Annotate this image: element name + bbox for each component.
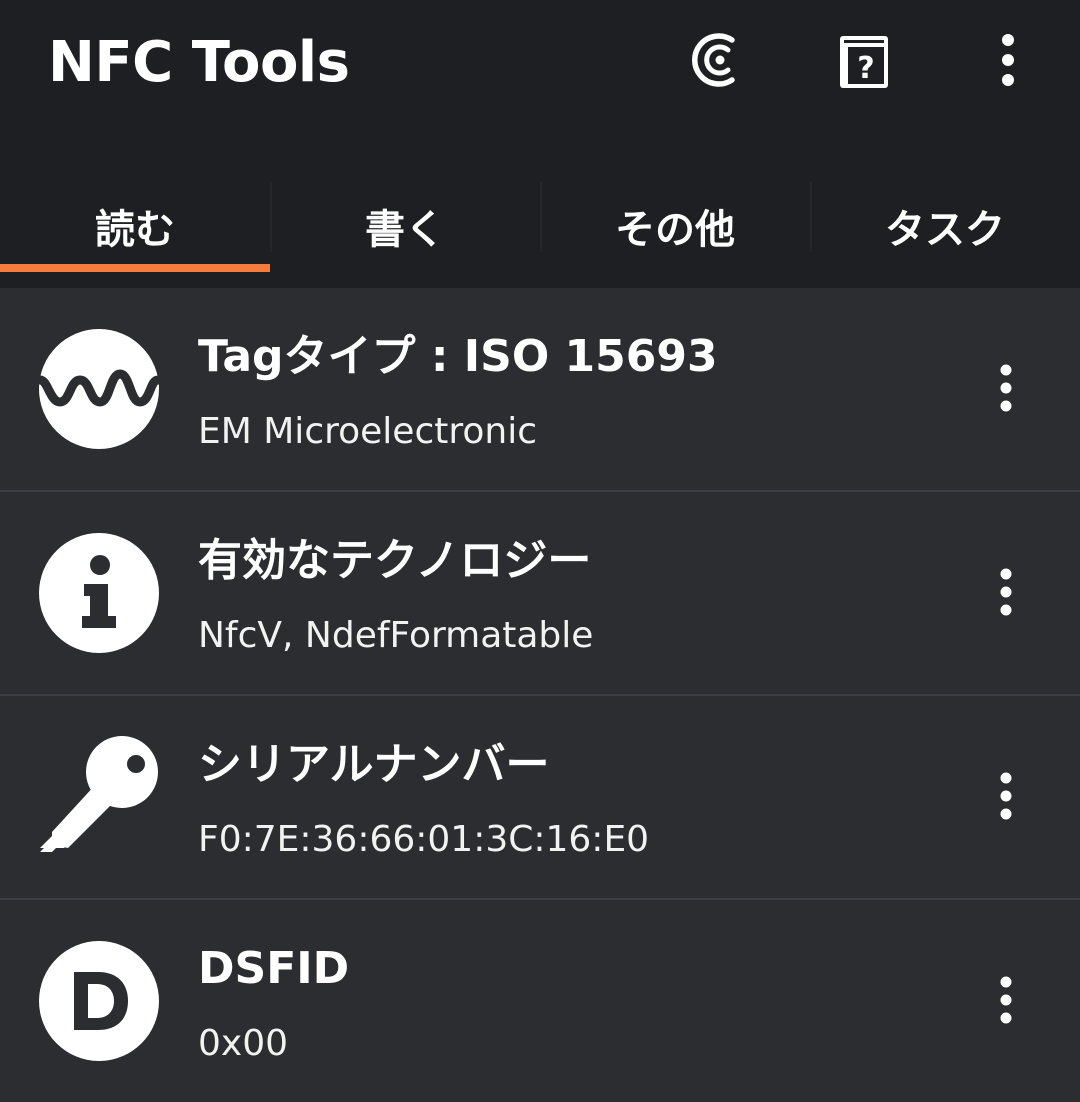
waveform-icon <box>35 328 163 450</box>
row-title: 有効なテクノロジー <box>198 535 592 586</box>
nfc-history-icon[interactable] <box>686 28 750 92</box>
row-title: シリアルナンバー <box>198 739 550 790</box>
row-title: DSFID <box>198 943 350 994</box>
row-more-vert-icon[interactable] <box>976 970 1036 1030</box>
list-item-tag-type[interactable]: Tagタイプ : ISO 15693 EM Microelectronic <box>0 288 1080 492</box>
key-icon <box>38 736 160 858</box>
more-vert-icon[interactable] <box>976 28 1040 92</box>
row-title: Tagタイプ : ISO 15693 <box>198 331 718 382</box>
row-subtitle: F0:7E:36:66:01:3C:16:E0 <box>198 819 650 860</box>
row-subtitle: NfcV, NdefFormatable <box>198 615 594 656</box>
tag-info-list: Tagタイプ : ISO 15693 EM Microelectronic 有効… <box>0 288 1080 1102</box>
tab-read[interactable]: 読む <box>0 178 270 274</box>
active-tab-indicator <box>0 264 270 272</box>
help-book-icon[interactable]: ? <box>832 28 896 92</box>
list-item-technologies[interactable]: 有効なテクノロジー NfcV, NdefFormatable <box>0 492 1080 696</box>
row-subtitle: 0x00 <box>198 1023 289 1064</box>
app-bar: NFC Tools ? 読む 書く その他 タスク <box>0 0 1080 288</box>
tab-bar: 読む 書く その他 タスク <box>0 178 1080 274</box>
letter-d-icon <box>38 940 160 1062</box>
row-subtitle: EM Microelectronic <box>198 411 537 452</box>
row-more-vert-icon[interactable] <box>976 358 1036 418</box>
app-title: NFC Tools <box>48 30 350 95</box>
svg-text:?: ? <box>857 51 874 86</box>
list-item-serial-number[interactable]: シリアルナンバー F0:7E:36:66:01:3C:16:E0 <box>0 696 1080 900</box>
row-more-vert-icon[interactable] <box>976 562 1036 622</box>
list-item-dsfid[interactable]: DSFID 0x00 <box>0 900 1080 1102</box>
tab-tasks[interactable]: タスク <box>810 178 1080 274</box>
info-icon <box>38 532 160 654</box>
tab-other[interactable]: その他 <box>540 178 810 274</box>
tab-write[interactable]: 書く <box>270 178 540 274</box>
row-more-vert-icon[interactable] <box>976 766 1036 826</box>
